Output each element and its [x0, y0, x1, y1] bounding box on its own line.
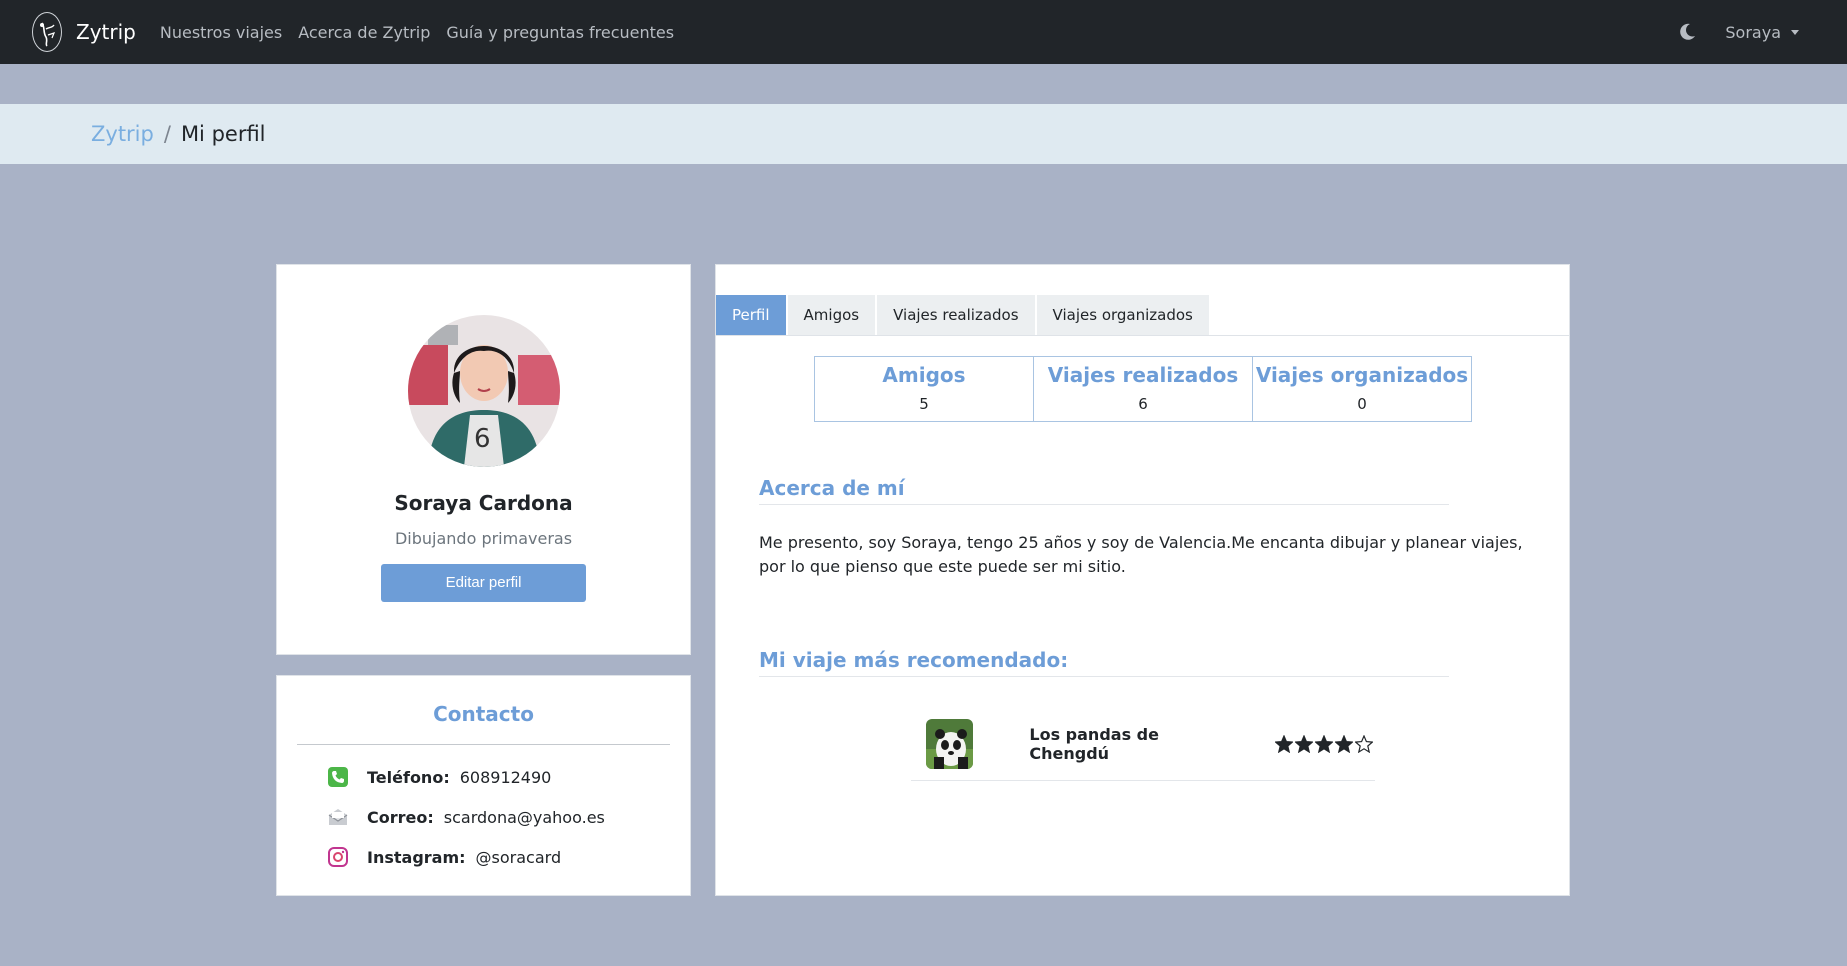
- contact-divider: [297, 744, 670, 745]
- contact-label-email: Correo:: [367, 807, 434, 827]
- stat-value-viajes-realizados: 6: [1138, 395, 1148, 413]
- star-filled-icon: [1275, 734, 1293, 753]
- stat-label-amigos: Amigos: [882, 363, 966, 387]
- about-text: Me presento, soy Soraya, tengo 25 años y…: [759, 533, 1523, 576]
- breadcrumb: Zytrip / Mi perfil: [0, 104, 1847, 164]
- breadcrumb-home[interactable]: Zytrip: [91, 122, 154, 146]
- mail-icon: [328, 809, 348, 825]
- breadcrumb-current: Mi perfil: [180, 122, 266, 146]
- profile-tagline: Dibujando primaveras: [394, 529, 573, 548]
- tab-amigos[interactable]: Amigos: [787, 295, 876, 335]
- nav-link-nuestros-viajes[interactable]: Nuestros viajes: [160, 23, 282, 42]
- nav-right: Soraya: [1677, 0, 1847, 64]
- contact-card: Contacto Teléfono: 608912490 Correo: sca…: [276, 675, 691, 896]
- profile-card: 6 Soraya Cardona Dibujando primaveras Ed…: [276, 264, 691, 655]
- profile-tabs: Perfil Amigos Viajes realizados Viajes o…: [716, 295, 1569, 336]
- contact-value-phone: 608912490: [459, 767, 552, 787]
- stats-table: Amigos 5 Viajes realizados 6 Viajes orga…: [814, 356, 1472, 422]
- stat-viajes-organizados: Viajes organizados 0: [1253, 357, 1471, 421]
- nav-links: Nuestros viajes Acerca de Zytrip Guía y …: [160, 23, 690, 42]
- caret-down-icon: [1791, 29, 1799, 35]
- about-title: Acerca de mí: [759, 476, 1449, 505]
- tab-perfil[interactable]: Perfil: [716, 295, 786, 335]
- star-filled-icon: [1295, 734, 1313, 753]
- nav-link-acerca[interactable]: Acerca de Zytrip: [298, 23, 430, 42]
- edit-profile-button[interactable]: Editar perfil: [381, 564, 586, 602]
- navbar: Zytrip Nuestros viajes Acerca de Zytrip …: [0, 0, 1847, 64]
- zytrip-logo-icon: [32, 12, 62, 52]
- svg-text:6: 6: [474, 424, 491, 454]
- tab-viajes-organizados[interactable]: Viajes organizados: [1036, 295, 1209, 335]
- star-filled-icon: [1335, 734, 1353, 753]
- instagram-icon: [328, 847, 348, 867]
- contact-label-phone: Teléfono:: [367, 767, 450, 787]
- moon-icon[interactable]: [1677, 22, 1697, 42]
- recommended-trip[interactable]: Los pandas de Chengdú: [911, 707, 1375, 781]
- stat-amigos: Amigos 5: [815, 357, 1034, 421]
- contact-row-phone: Teléfono: 608912490: [327, 766, 551, 788]
- contact-value-email[interactable]: scardona@yahoo.es: [444, 808, 605, 827]
- trip-thumbnail: [926, 718, 974, 769]
- trip-name: Los pandas de Chengdú: [1029, 724, 1159, 763]
- tab-viajes-realizados[interactable]: Viajes realizados: [877, 295, 1035, 335]
- breadcrumb-separator: /: [163, 122, 171, 146]
- contact-title: Contacto: [433, 702, 534, 726]
- brand-name: Zytrip: [76, 20, 136, 44]
- avatar: 6: [407, 315, 560, 467]
- main-card: Perfil Amigos Viajes realizados Viajes o…: [715, 264, 1570, 896]
- contact-row-instagram: Instagram: @soracard: [327, 846, 561, 868]
- recommended-title: Mi viaje más recomendado:: [759, 648, 1449, 677]
- contact-value-instagram[interactable]: @soracard: [476, 848, 562, 867]
- rating-stars: [1275, 734, 1375, 753]
- contact-row-email: Correo: scardona@yahoo.es: [327, 806, 605, 828]
- brand[interactable]: Zytrip: [32, 12, 136, 52]
- star-filled-icon: [1315, 734, 1333, 753]
- stat-viajes-realizados: Viajes realizados 6: [1034, 357, 1253, 421]
- star-empty-icon: [1355, 734, 1373, 753]
- profile-name: Soraya Cardona: [394, 491, 573, 515]
- stat-value-amigos: 5: [919, 395, 929, 413]
- phone-icon: [328, 767, 348, 787]
- stat-label-viajes-realizados: Viajes realizados: [1047, 363, 1239, 387]
- nav-link-guia[interactable]: Guía y preguntas frecuentes: [446, 23, 674, 42]
- contact-label-instagram: Instagram:: [367, 847, 466, 867]
- stat-label-viajes-organizados: Viajes organizados: [1255, 363, 1469, 387]
- user-menu[interactable]: Soraya: [1725, 23, 1799, 42]
- user-menu-label: Soraya: [1725, 22, 1781, 42]
- stat-value-viajes-organizados: 0: [1357, 395, 1367, 413]
